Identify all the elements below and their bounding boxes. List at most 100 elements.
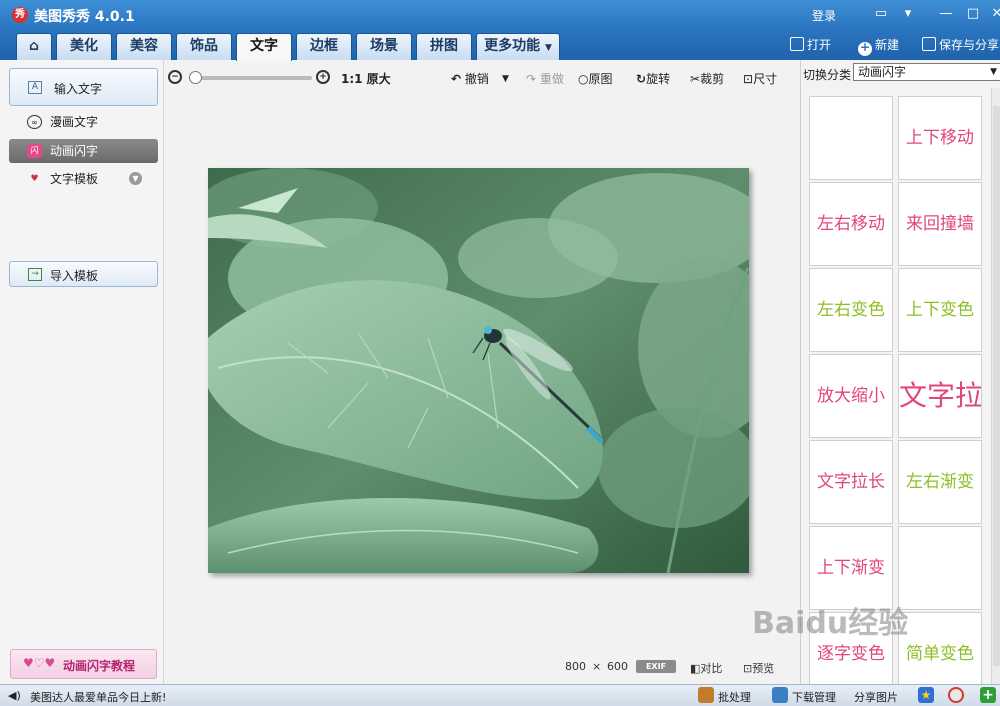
preview-button[interactable]: ⊡预览 — [743, 660, 774, 676]
effect-tile[interactable]: 简单变色 — [898, 612, 982, 684]
zoom-in-icon[interactable]: + — [316, 70, 330, 84]
effect-tile[interactable] — [898, 526, 982, 610]
effect-tile[interactable] — [809, 96, 893, 180]
effect-tile[interactable]: 文字拉长 — [809, 440, 893, 524]
tab-beautify[interactable]: 美化 — [56, 33, 112, 60]
resize-icon: ⊡ — [743, 72, 754, 86]
news-ticker[interactable]: 美图达人最爱单品今日上新! — [30, 689, 166, 705]
tutorial-label: 动画闪字教程 — [63, 659, 136, 673]
download-manager-button[interactable]: 下载管理 — [792, 689, 836, 705]
feedback-icon[interactable]: ▭ — [872, 5, 890, 23]
redo-label: 重做 — [539, 72, 564, 86]
input-text-button[interactable]: A 输入文字 — [9, 68, 158, 106]
tab-text[interactable]: 文字 — [236, 33, 292, 61]
tab-accessories[interactable]: 饰品 — [176, 33, 232, 60]
effect-tile[interactable]: 来回撞墙 — [898, 182, 982, 266]
hands-icon: ♥♡♥ — [23, 656, 56, 670]
effect-tile[interactable]: 上下移动 — [898, 96, 982, 180]
maximize-icon[interactable]: □ — [964, 5, 982, 23]
redo-icon: ↷ — [526, 72, 537, 86]
save-share-label: 保存与分享 — [939, 38, 1000, 52]
preview-label: 预览 — [752, 662, 775, 675]
tutorial-button[interactable]: ♥♡♥ 动画闪字教程 — [10, 649, 157, 679]
image-toolbar: − + 1:1 原大 ↶ 撤销 ▼ ↷ 重做 ○原图 ↻旋转 ✂裁剪 ⊡尺寸 — [164, 60, 800, 98]
zoom-out-icon[interactable]: − — [168, 70, 182, 84]
new-button[interactable]: + 新建 — [858, 36, 900, 56]
app-logo-icon: 秀 — [12, 7, 28, 23]
redo-button[interactable]: ↷ 重做 — [526, 71, 564, 87]
compare-button[interactable]: ◧对比 — [690, 660, 722, 676]
scrollbar-thumb[interactable] — [993, 106, 1000, 666]
zoom-slider[interactable] — [194, 76, 312, 80]
tab-retouch[interactable]: 美容 — [116, 33, 172, 60]
save-icon — [922, 37, 936, 51]
flash-text-icon: 闪 — [27, 144, 42, 158]
effect-tile[interactable]: 文字拉高 — [898, 354, 982, 438]
tab-collage[interactable]: 拼图 — [416, 33, 472, 60]
bottom-status-bar: ◀) 美图达人最爱单品今日上新! 批处理 下载管理 分享图片 ★ + — [0, 684, 1000, 706]
circle-icon: ○ — [578, 72, 589, 86]
resize-button[interactable]: ⊡尺寸 — [743, 71, 777, 87]
effect-tile[interactable]: 左右渐变 — [898, 440, 982, 524]
chevron-down-icon[interactable]: ▼ — [129, 172, 142, 185]
image-width: 800 — [565, 660, 586, 673]
add-icon[interactable]: + — [980, 687, 996, 703]
input-text-label: 输入文字 — [54, 82, 103, 96]
category-select[interactable]: 动画闪字 ▼ — [853, 63, 1000, 81]
category-label: 切换分类 — [803, 68, 852, 82]
save-share-button[interactable]: 保存与分享 — [922, 36, 1000, 54]
open-button[interactable]: 打开 — [790, 36, 831, 54]
dragonfly-leaf-photo[interactable] — [208, 168, 749, 573]
compare-label: 对比 — [700, 662, 723, 675]
original-image-button[interactable]: ○原图 — [578, 71, 613, 87]
tab-scene[interactable]: 场景 — [356, 33, 412, 60]
undo-button[interactable]: ↶ 撤销 — [451, 71, 489, 87]
effect-tile[interactable]: 放大缩小 — [809, 354, 893, 438]
import-template-button[interactable]: → 导入模板 — [9, 261, 158, 287]
effect-tile[interactable]: 左右变色 — [809, 268, 893, 352]
effects-scrollbar[interactable] — [991, 88, 1000, 684]
batch-process-button[interactable]: 批处理 — [718, 689, 751, 705]
folder-icon — [790, 37, 804, 51]
image-status-strip: 800 × 600 EXIF ◧对比 ⊡预览 — [164, 654, 800, 680]
new-label: 新建 — [875, 38, 900, 52]
effects-panel: 切换分类 动画闪字 ▼ 上下移动左右移动来回撞墙左右变色上下变色放大缩小文字拉高… — [800, 60, 1000, 684]
import-template-label: 导入模板 — [50, 269, 99, 283]
exif-button[interactable]: EXIF — [636, 660, 676, 673]
chevron-down-icon: ▼ — [990, 67, 997, 77]
tab-home[interactable]: ⌂ — [16, 33, 52, 60]
main-tab-bar: ⌂ 美化 美容 饰品 文字 边框 场景 拼图 更多功能 ▼ 打开 + 新建 保存与… — [0, 30, 1000, 61]
sidebar-item-animated-flash-text[interactable]: 闪 动画闪字 — [9, 139, 158, 163]
crop-button[interactable]: ✂裁剪 — [690, 71, 724, 87]
effect-grid: 上下移动左右移动来回撞墙左右变色上下变色放大缩小文字拉高文字拉长左右渐变上下渐变… — [801, 88, 991, 684]
undo-history-chevron-icon[interactable]: ▼ — [502, 71, 509, 87]
sidebar-item-text-template[interactable]: ♥ 文字模板 ▼ — [9, 167, 158, 191]
tab-border[interactable]: 边框 — [296, 33, 352, 60]
rotate-button[interactable]: ↻旋转 — [636, 71, 670, 87]
original-size-button[interactable]: 1:1 原大 — [341, 71, 391, 87]
effect-tile[interactable]: 上下变色 — [898, 268, 982, 352]
share-image-button[interactable]: 分享图片 — [854, 689, 898, 705]
minimize-icon[interactable]: — — [937, 5, 955, 23]
menu-icon[interactable]: ▾ — [899, 5, 917, 23]
tab-more-features[interactable]: 更多功能 ▼ — [476, 33, 560, 60]
comic-text-label: 漫画文字 — [50, 115, 99, 129]
star-icon[interactable]: ★ — [918, 687, 934, 703]
scissors-icon: ✂ — [690, 72, 701, 86]
crop-label: 裁剪 — [700, 72, 725, 86]
weibo-icon[interactable] — [948, 687, 964, 703]
open-label: 打开 — [807, 38, 832, 52]
effect-tile[interactable]: 左右移动 — [809, 182, 893, 266]
image-height: 600 — [607, 660, 628, 673]
plus-icon: + — [858, 40, 872, 56]
sidebar-item-comic-text[interactable]: ∞ 漫画文字 — [9, 110, 158, 134]
category-value: 动画闪字 — [858, 65, 907, 79]
watermark-text: Baidu经验 — [752, 606, 909, 641]
import-icon: → — [28, 268, 42, 281]
close-icon[interactable]: ✕ — [988, 5, 1000, 23]
login-link[interactable]: 登录 — [812, 7, 836, 24]
speaker-icon: ◀) — [8, 689, 21, 702]
undo-icon: ↶ — [451, 72, 462, 86]
undo-label: 撤销 — [464, 72, 489, 86]
zoom-slider-handle[interactable] — [189, 71, 202, 84]
